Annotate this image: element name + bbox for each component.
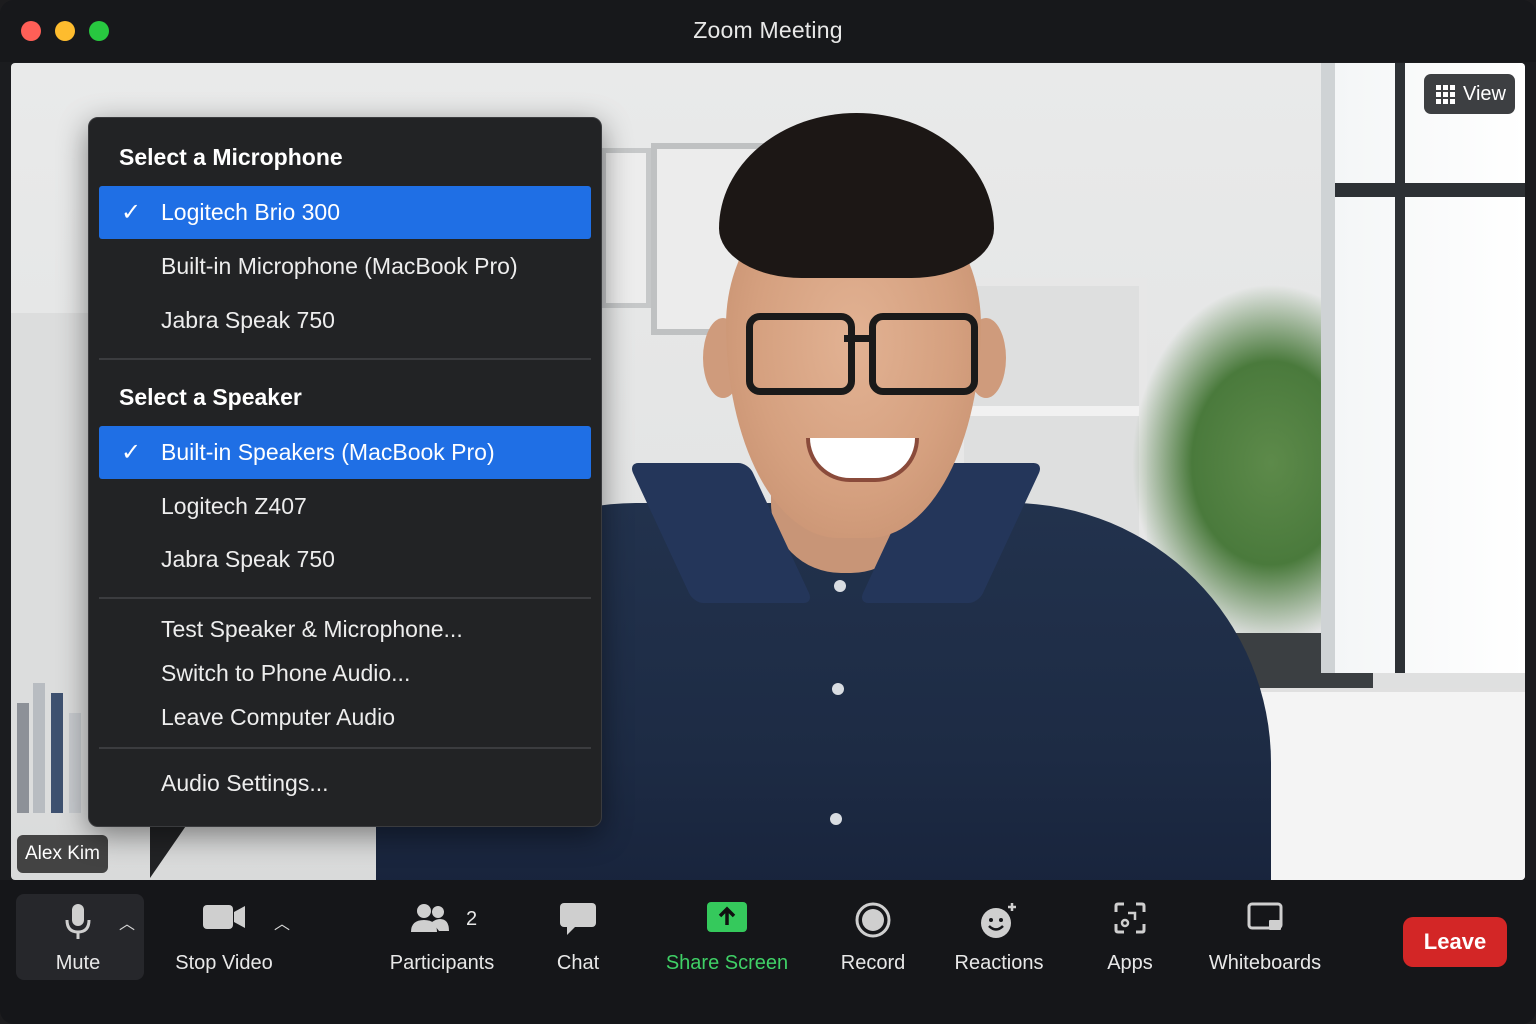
switch-to-phone-audio-item[interactable]: Switch to Phone Audio... [161,660,410,687]
glasses-bridge [844,335,872,342]
menu-divider [99,597,591,599]
checkmark-icon: ✓ [121,439,142,466]
video-camera-icon [202,902,246,938]
participants-icon [410,902,450,940]
record-label: Record [840,952,906,974]
share-screen-button[interactable]: Share Screen [662,880,792,990]
stop-video-button[interactable]: Stop Video [168,880,280,990]
chat-label: Chat [556,952,600,974]
smiley-plus-icon [979,902,1019,946]
mute-button[interactable]: Mute [30,880,126,990]
menu-divider [99,747,591,749]
leave-button[interactable]: Leave [1403,917,1507,967]
zoom-window: Zoom Meeting View Alex Kim Select a Micr… [0,0,1536,1024]
record-button[interactable]: Record [836,880,910,990]
speaker-option-logitech-z407[interactable]: Logitech Z407 [99,480,591,533]
whiteboards-button[interactable]: Whiteboards [1204,880,1326,990]
participant-name-tag: Alex Kim [17,835,108,873]
meeting-toolbar: Mute ︿ Stop Video ︿ 2 Participants Chat [0,880,1536,1024]
menu-item-label: Jabra Speak 750 [161,307,335,333]
menu-item-label: Built-in Microphone (MacBook Pro) [161,253,518,279]
audio-settings-item[interactable]: Audio Settings... [161,770,329,797]
glasses-lens-left [746,313,855,395]
title-bar: Zoom Meeting [0,0,1536,62]
menu-item-label: Built-in Speakers (MacBook Pro) [161,439,495,465]
whiteboards-label: Whiteboards [1208,952,1322,974]
speaker-option-jabra[interactable]: Jabra Speak 750 [99,533,591,586]
microphone-option-builtin[interactable]: Built-in Microphone (MacBook Pro) [99,240,591,293]
audio-menu: Select a Microphone ✓ Logitech Brio 300 … [88,117,602,827]
microphone-heading: Select a Microphone [119,144,343,170]
stop-video-label: Stop Video [175,952,273,974]
apps-label: Apps [1107,952,1153,974]
reactions-button[interactable]: Reactions [948,880,1050,990]
mute-label: Mute [55,952,101,974]
view-label: View [1463,82,1506,105]
speaker-option-builtin[interactable]: ✓ Built-in Speakers (MacBook Pro) [99,426,591,479]
glasses-lens-right [869,313,978,395]
menu-pointer [150,820,190,878]
chat-bubble-icon [559,902,597,942]
share-screen-label: Share Screen [665,952,789,974]
participants-button[interactable]: 2 Participants [384,880,500,990]
menu-item-label: Jabra Speak 750 [161,546,335,572]
chat-button[interactable]: Chat [548,880,608,990]
leave-computer-audio-item[interactable]: Leave Computer Audio [161,704,395,731]
whiteboard-icon [1247,902,1283,940]
grid-view-icon [1436,84,1455,104]
video-options-caret-icon[interactable]: ︿ [274,910,290,934]
menu-item-label: Logitech Brio 300 [161,199,341,225]
microphone-icon [64,902,92,948]
view-button[interactable]: View [1424,74,1515,114]
microphone-option-logitech-brio[interactable]: ✓ Logitech Brio 300 [99,186,591,239]
apps-button[interactable]: Apps [1100,880,1160,990]
hair [719,113,994,278]
reactions-label: Reactions [954,952,1044,974]
menu-item-label: Logitech Z407 [161,493,307,519]
share-screen-icon [707,902,747,938]
menu-divider [99,358,591,360]
record-icon [855,902,891,944]
participants-count: 2 [466,908,478,930]
window-title: Zoom Meeting [693,17,843,43]
speaker-heading: Select a Speaker [119,384,302,410]
shirt-button [830,813,842,825]
audio-options-caret-icon[interactable]: ︿ [119,910,135,934]
checkmark-icon: ✓ [121,199,142,226]
participants-label: Participants [389,952,495,974]
shirt-button [832,683,844,695]
microphone-option-jabra[interactable]: Jabra Speak 750 [99,294,591,347]
test-speaker-microphone-item[interactable]: Test Speaker & Microphone... [161,616,463,643]
shirt-button [834,580,846,592]
apps-icon [1114,902,1146,940]
